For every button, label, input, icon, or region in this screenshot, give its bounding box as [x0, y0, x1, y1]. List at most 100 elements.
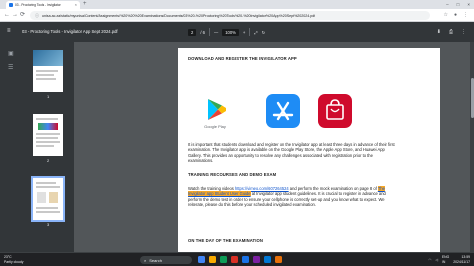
scrollbar-thumb[interactable] — [470, 78, 474, 118]
thumbnail-line — [36, 141, 60, 143]
window-controls: – □ × — [446, 1, 470, 8]
thumbnail-line — [36, 78, 56, 80]
pdf-toolbar: ≡ 03 - Proctoring Tools - Invigilator Ap… — [0, 22, 474, 42]
more-options-icon[interactable]: ⋮ — [461, 27, 466, 37]
thumbnail-number: 3 — [47, 222, 50, 227]
clock[interactable]: 13:59 2024/11/17 — [453, 255, 470, 264]
speaker-icon[interactable]: ◁ — [435, 258, 438, 262]
reload-button[interactable]: ⟳ — [20, 11, 25, 19]
page-number-input[interactable]: 2 — [188, 28, 197, 36]
browser-tab[interactable]: 03 - Proctoring Tools - Invigilator × — [6, 1, 80, 9]
profile-icon[interactable]: ● — [454, 11, 457, 19]
chrome-icon[interactable] — [220, 256, 227, 263]
pdf-scrollbar[interactable] — [470, 42, 474, 252]
file-explorer-icon[interactable] — [209, 256, 216, 263]
google-play-icon — [208, 99, 226, 120]
thumbnail-line — [36, 74, 54, 76]
tab-close-icon[interactable]: × — [75, 3, 77, 7]
edge-icon[interactable] — [242, 256, 249, 263]
search-icon: ⌕ — [144, 257, 147, 263]
url-text[interactable]: unisa.ac.za/static/myunisa/Content/Assig… — [42, 14, 315, 18]
fit-page-icon[interactable]: ⤢ — [254, 30, 257, 35]
page-thumbnail[interactable] — [33, 50, 63, 92]
forward-button[interactable]: → — [12, 11, 18, 19]
weather-widget[interactable]: 23°C Partly cloudy — [4, 255, 23, 264]
taskbar-search[interactable]: ⌕ Search — [140, 256, 192, 264]
toolbar-divider — [209, 28, 210, 36]
print-icon[interactable]: ⎙ — [449, 27, 453, 37]
bookmark-star-icon[interactable]: ☆ — [443, 11, 447, 19]
windows-taskbar: 23°C Partly cloudy ⌕ Search ◠ ◁ ENG IN 1… — [0, 252, 474, 266]
page-thumbnail-selected[interactable] — [31, 176, 65, 222]
search-label: Search — [149, 257, 162, 263]
thumbnail-line — [36, 118, 58, 120]
url-omnibox[interactable]: ⓘ unisa.ac.za/static/myunisa/Content/Ass… — [30, 11, 430, 20]
app-icon[interactable] — [231, 256, 238, 263]
maximize-button[interactable]: □ — [457, 1, 460, 8]
thumbnail-line — [36, 133, 60, 135]
huawei-appgallery-icon — [318, 94, 352, 128]
wifi-icon[interactable]: ◠ — [428, 258, 431, 262]
thumbnail-line — [36, 186, 60, 188]
thumbnail-line — [36, 137, 58, 139]
vimeo-training-link[interactable]: https://vimeo.com/607264524 — [235, 186, 289, 191]
page-thumbnail[interactable] — [33, 114, 63, 156]
pdf-document-title: 03 - Proctoring Tools - Invigilator App … — [22, 29, 118, 34]
zoom-in-button[interactable]: + — [243, 30, 245, 35]
thumbnail-number: 2 — [47, 158, 50, 163]
thumbnail-line — [36, 70, 58, 72]
training-text-prefix: Watch the training videos — [188, 186, 235, 191]
pdf-page-zoom-controls: 2 / 6 — 100% + ⤢ ↻ — [188, 27, 265, 37]
thumbnails-icon[interactable]: ▣ — [8, 50, 14, 57]
browser-menu-icon[interactable]: ⋮ — [463, 11, 468, 19]
huawei-label: HUAWEI — [328, 124, 342, 128]
new-tab-button[interactable]: + — [83, 1, 87, 8]
pdf-favicon-icon — [9, 3, 13, 7]
close-window-button[interactable]: × — [467, 1, 470, 8]
pdf-sidebar-rail: ▣ ☰ — [0, 42, 28, 252]
heading-download-register: DOWNLOAD AND REGISTER THE INVIGILATOR AP… — [188, 56, 297, 61]
taskbar-apps — [198, 256, 282, 263]
teams-icon[interactable] — [253, 256, 260, 263]
heading-training-demo: TRAINING RECOURSES AND DEMO EXAM — [188, 172, 277, 177]
tab-title: 03 - Proctoring Tools - Invigilator — [15, 3, 61, 7]
training-text-mid: and perform the mock examination on page… — [288, 186, 378, 191]
outlook-icon[interactable] — [264, 256, 271, 263]
sidebar-menu-icon[interactable]: ≡ — [7, 28, 11, 35]
system-tray: ◠ ◁ ENG IN 13:59 2024/11/17 — [428, 255, 470, 264]
app-icon[interactable] — [275, 256, 282, 263]
thumbnail-panel: 1 2 3 — [28, 42, 74, 252]
address-bar: ← → ⟳ ⓘ unisa.ac.za/static/myunisa/Conte… — [0, 9, 474, 22]
thumbnail-line — [36, 145, 54, 147]
thumbnail-icons-row — [38, 123, 58, 130]
minimize-button[interactable]: – — [446, 1, 449, 8]
zoom-level-input[interactable]: 100% — [222, 28, 239, 36]
clock-date: 2024/11/17 — [453, 259, 470, 264]
thumbnail-line — [36, 207, 58, 209]
browser-tab-bar: 03 - Proctoring Tools - Invigilator × + … — [0, 0, 474, 9]
thumbnail-line — [36, 182, 56, 184]
paragraph-download-info: It is important that students download a… — [188, 142, 395, 163]
paragraph-training: Watch the training videos https://vimeo.… — [188, 186, 398, 207]
page-total: / 6 — [200, 29, 205, 35]
google-play-label: Google Play — [204, 124, 226, 129]
back-button[interactable]: ← — [4, 11, 10, 19]
thumbnail-cover-image — [33, 50, 63, 66]
pdf-page: DOWNLOAD AND REGISTER THE INVIGILATOR AP… — [178, 48, 440, 252]
app-store-icon — [266, 94, 300, 128]
weather-desc: Partly cloudy — [4, 259, 24, 264]
zoom-out-button[interactable]: — — [214, 30, 218, 35]
rotate-icon[interactable]: ↻ — [262, 30, 266, 35]
download-icon[interactable]: ⬇ — [437, 27, 441, 37]
thumbnail-number: 1 — [47, 94, 50, 99]
thumbnail-phone-image — [49, 192, 58, 203]
browser-actions: ☆ ● ⋮ — [443, 11, 468, 19]
task-view-icon[interactable] — [198, 256, 205, 263]
language-indicator[interactable]: ENG IN — [442, 255, 449, 264]
toolbar-divider — [249, 28, 251, 36]
outline-icon[interactable]: ☰ — [8, 64, 13, 71]
heading-exam-day: ON THE DAY OF THE EXAMINATION — [188, 238, 263, 243]
pdf-actions: ⬇ ⎙ ⋮ — [437, 27, 466, 37]
site-info-icon[interactable]: ⓘ — [35, 13, 39, 19]
pdf-viewer[interactable]: DOWNLOAD AND REGISTER THE INVIGILATOR AP… — [74, 42, 474, 252]
